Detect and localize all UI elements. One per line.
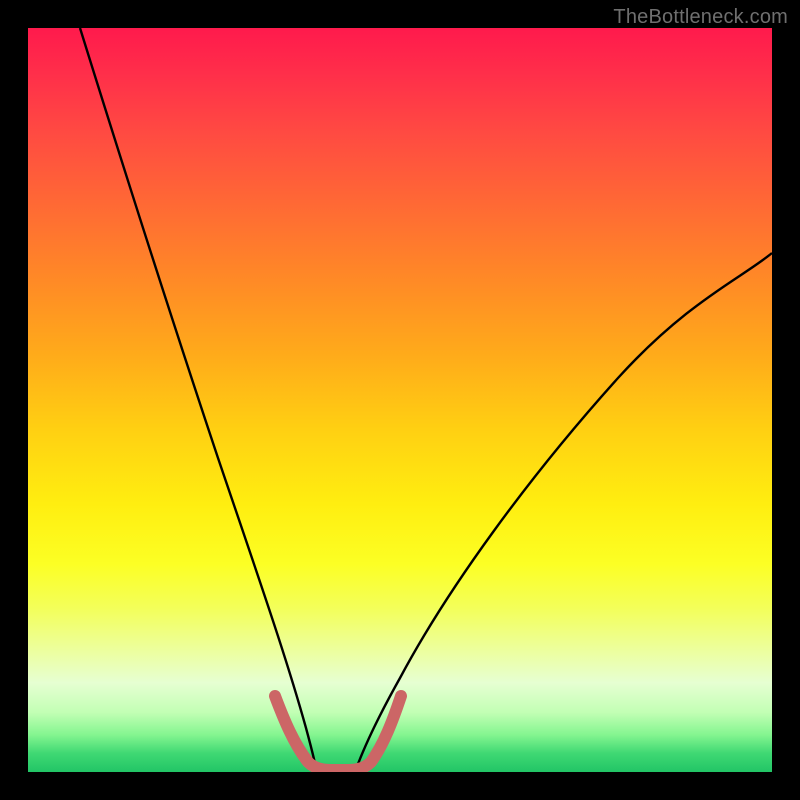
curve-overlay <box>28 28 772 772</box>
bottleneck-curve-right <box>355 253 772 772</box>
watermark-text: TheBottleneck.com <box>613 6 788 29</box>
outer-frame: TheBottleneck.com <box>0 0 800 800</box>
plot-area <box>28 28 772 772</box>
optimal-band-marker <box>275 696 401 770</box>
bottleneck-curve-left <box>80 28 317 772</box>
